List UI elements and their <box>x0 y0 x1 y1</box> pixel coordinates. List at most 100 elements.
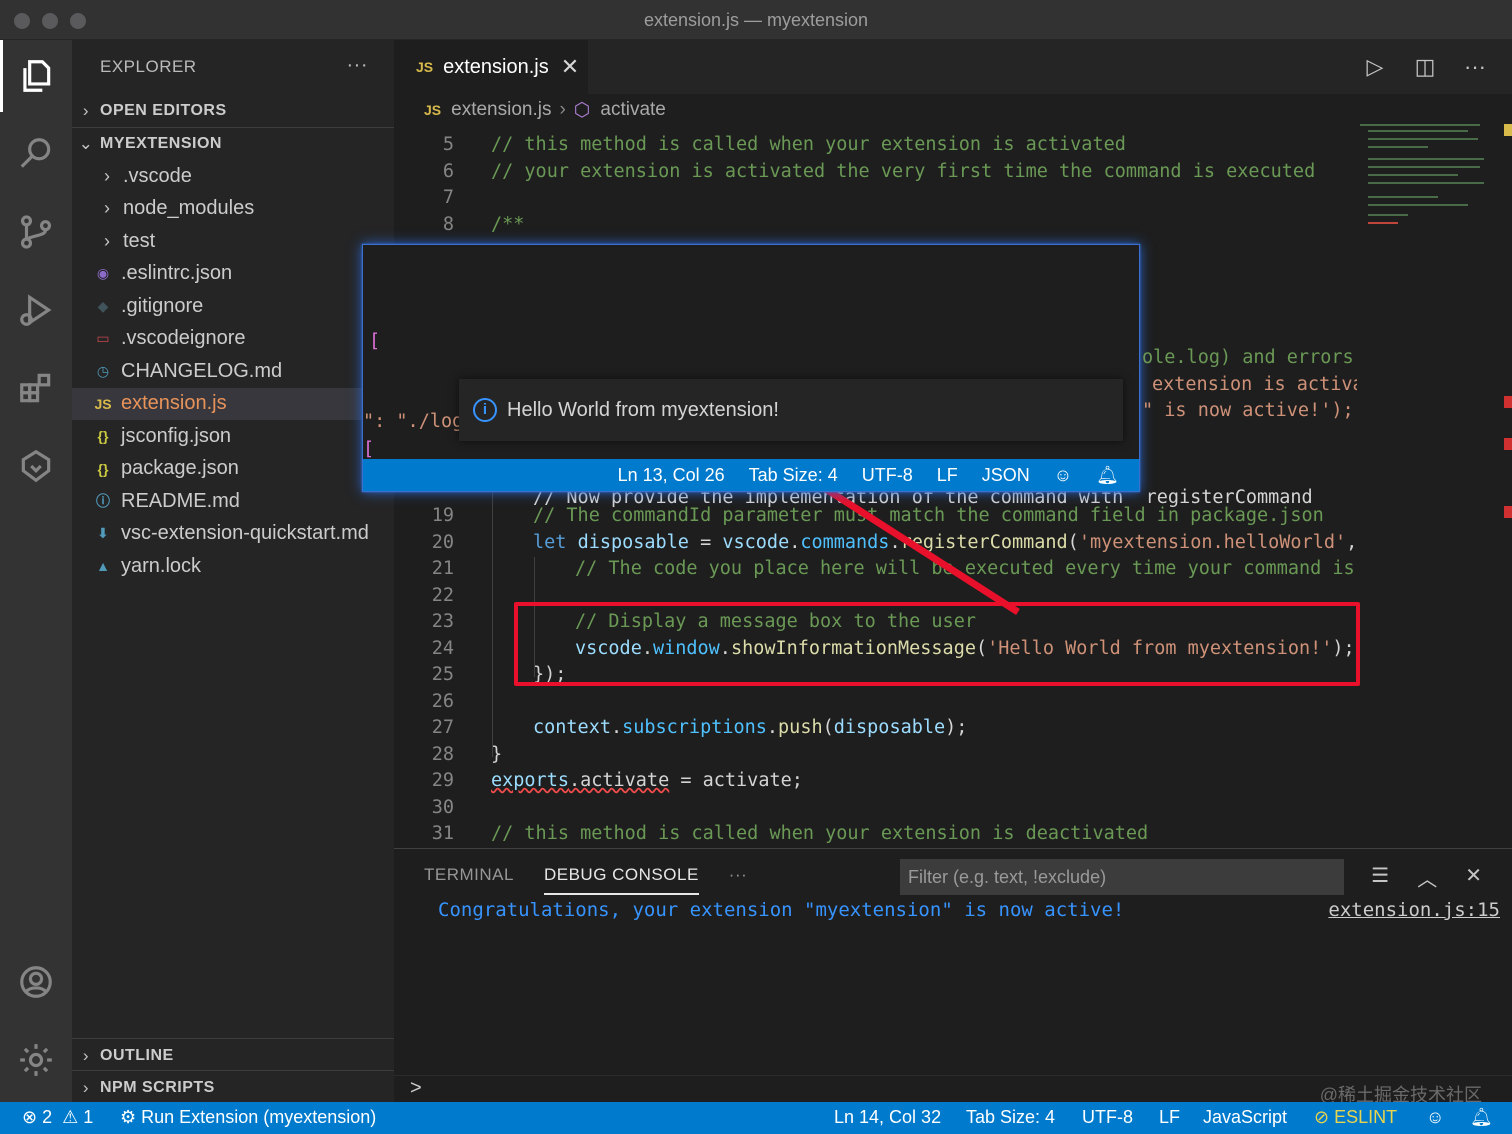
console-message: Congratulations, your extension "myexten… <box>438 899 1125 921</box>
run-extension-item[interactable]: ⚙︎ Run Extension (myextension) <box>120 1107 376 1128</box>
file-type-icon: {} <box>97 428 109 445</box>
account-icon[interactable] <box>0 946 72 1018</box>
status-encoding[interactable]: UTF-8 <box>862 465 913 486</box>
code-line[interactable]: 21 // The code you place here will be exe… <box>394 556 1354 583</box>
tree-file[interactable]: ▲ yarn.lock <box>72 550 394 583</box>
info-notification[interactable]: i Hello World from myextension! <box>459 379 1123 441</box>
feedback-icon[interactable]: ☺ <box>1426 1107 1444 1128</box>
language-mode[interactable]: JavaScript <box>1203 1107 1287 1128</box>
status-tab-size[interactable]: Tab Size: 4 <box>749 465 838 486</box>
panel-more-icon[interactable]: ··· <box>729 865 747 895</box>
bell-icon[interactable]: 🔔︎ <box>1096 465 1119 486</box>
more-actions-icon[interactable]: ··· <box>1462 54 1488 80</box>
editor-tabs: JS extension.js ✕ ▷ ◫ ··· <box>394 40 1512 94</box>
extensions-icon[interactable] <box>0 352 72 424</box>
code-line[interactable]: 5 // this method is called when your exte… <box>394 132 1354 159</box>
tree-folder[interactable]: › node_modules <box>72 193 394 226</box>
code-line[interactable]: 6 // your extension is activated the very… <box>394 159 1354 186</box>
code-line[interactable]: 30 <box>394 795 1354 822</box>
npm-scripts-section[interactable]: › NPM SCRIPTS <box>72 1070 394 1104</box>
project-section[interactable]: ⌄ MYEXTENSION <box>72 127 394 160</box>
tree-file[interactable]: {} package.json <box>72 453 394 486</box>
run-debug-icon[interactable] <box>0 274 72 346</box>
minimap[interactable] <box>1360 124 1490 244</box>
line-text: // this method is called when your exten… <box>491 134 1126 155</box>
code-line[interactable]: 8 /** <box>394 212 1354 239</box>
tree-folder[interactable]: › test <box>72 225 394 258</box>
close-panel-icon[interactable]: ✕ <box>1465 863 1482 892</box>
tree-file[interactable]: ⬇ vsc-extension-quickstart.md <box>72 518 394 551</box>
code-line[interactable]: 29 exports.activate = activate; <box>394 768 1354 795</box>
file-type-icon: JS <box>94 395 112 412</box>
console-filter-input[interactable]: Filter (e.g. text, !exclude) <box>900 859 1344 895</box>
breadcrumb-symbol[interactable]: activate <box>600 99 665 121</box>
tree-folder[interactable]: › .vscode <box>72 160 394 193</box>
code-line[interactable]: 26 <box>394 689 1354 716</box>
tab-terminal[interactable]: TERMINAL <box>424 865 514 895</box>
embedded-status-bar: Ln 13, Col 26 Tab Size: 4 UTF-8 LF JSON … <box>363 459 1139 491</box>
status-language[interactable]: JSON <box>982 465 1030 486</box>
tree-file[interactable]: JS extension.js <box>72 387 394 420</box>
console-source-link[interactable]: extension.js:15 <box>1328 899 1500 921</box>
status-eol[interactable]: LF <box>937 465 958 486</box>
bell-icon[interactable]: 🔔︎ <box>1470 1107 1493 1128</box>
split-editor-icon[interactable]: ◫ <box>1412 54 1438 80</box>
line-number: 6 <box>442 160 454 182</box>
tree-file[interactable]: ◆ .gitignore <box>72 290 394 323</box>
extension-host-window[interactable]: [ ": "./log [ i Hello World from myexten… <box>362 244 1140 492</box>
console-prompt-icon[interactable]: > <box>410 1077 422 1100</box>
tab-debug-console[interactable]: DEBUG CONSOLE <box>543 865 699 895</box>
search-icon[interactable] <box>0 118 72 190</box>
tree-item-label: CHANGELOG.md <box>121 359 283 382</box>
window-title: extension.js — myextension <box>643 10 869 30</box>
tab-extension-js[interactable]: JS extension.js ✕ <box>394 40 588 94</box>
encoding[interactable]: UTF-8 <box>1082 1107 1133 1128</box>
tree-file[interactable]: ◉ .eslintrc.json <box>72 258 394 291</box>
line-text: // your extension is activated the very … <box>491 160 1316 182</box>
line-number: 26 <box>431 690 454 712</box>
code-line[interactable]: 27 context.subscriptions.push(disposable)… <box>394 715 1354 742</box>
outline-section[interactable]: › OUTLINE <box>72 1038 394 1072</box>
code-line[interactable]: 31 // this method is called when your ext… <box>394 821 1354 848</box>
explorer-title: EXPLORER <box>100 57 197 76</box>
status-position[interactable]: Ln 13, Col 26 <box>618 465 725 486</box>
tree-file[interactable]: ◷ CHANGELOG.md <box>72 355 394 388</box>
info-icon: i <box>473 398 497 422</box>
js-file-icon: JS <box>424 102 442 118</box>
source-control-icon[interactable] <box>0 196 72 268</box>
section-label: MYEXTENSION <box>100 135 222 152</box>
line-number: 25 <box>431 664 454 685</box>
tab-size[interactable]: Tab Size: 4 <box>966 1107 1055 1128</box>
code-line[interactable]: 28} <box>394 742 1354 769</box>
tree-file[interactable]: {} jsconfig.json <box>72 420 394 453</box>
eslint-status[interactable]: ⊘ ESLINT <box>1314 1107 1397 1128</box>
code-fragment: extension is activa <box>1152 374 1357 395</box>
explorer-icon[interactable] <box>0 40 72 112</box>
code-line[interactable]: 20 let disposable = vscode.commands.regis… <box>394 530 1354 557</box>
open-editors-section[interactable]: › OPEN EDITORS <box>72 94 394 127</box>
feedback-icon[interactable]: ☺ <box>1054 465 1072 486</box>
tree-file[interactable]: ▭ .vscodeignore <box>72 323 394 356</box>
activity-bar <box>0 40 72 1102</box>
settings-gear-icon[interactable] <box>0 1024 72 1096</box>
code-line[interactable]: 7 <box>394 185 1354 212</box>
eol[interactable]: LF <box>1159 1107 1180 1128</box>
chevron-right-icon: › <box>104 230 110 251</box>
file-type-icon: ◷ <box>96 362 110 379</box>
line-number: 7 <box>442 187 454 208</box>
run-icon[interactable]: ▷ <box>1362 54 1388 80</box>
line-number: 31 <box>431 823 454 844</box>
file-type-icon: ▭ <box>96 330 110 347</box>
breadcrumb: JS extension.js › ⬡ activate <box>394 94 1512 126</box>
breadcrumb-file[interactable]: extension.js <box>451 99 551 121</box>
cursor-position[interactable]: Ln 14, Col 32 <box>834 1107 941 1128</box>
problems-indicator[interactable]: ⊗ 2 ⚠ 1 <box>22 1107 93 1128</box>
explorer-more-icon[interactable]: ··· <box>347 54 368 77</box>
clear-console-icon[interactable]: ☰ <box>1371 863 1389 892</box>
line-number: 8 <box>442 213 454 235</box>
tree-file[interactable]: ⓘ README.md <box>72 485 394 518</box>
maximize-panel-icon[interactable]: ︿ <box>1417 863 1437 892</box>
tree-item-label: .vscodeignore <box>121 327 246 350</box>
close-icon[interactable]: ✕ <box>561 54 579 80</box>
remote-icon[interactable] <box>0 430 72 502</box>
